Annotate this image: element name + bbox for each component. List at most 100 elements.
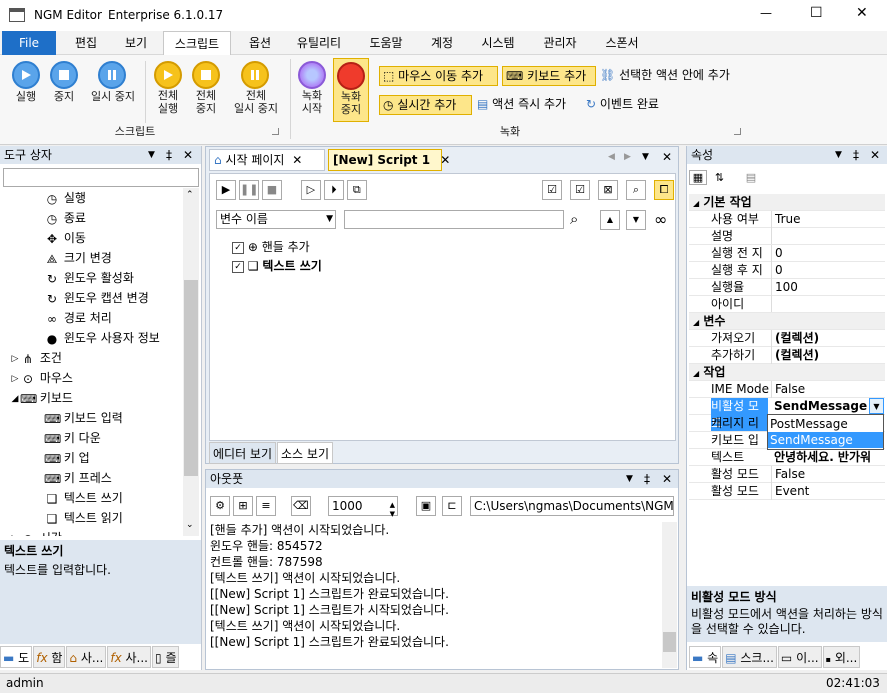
add-to-selected-button[interactable]: ⛓ 선택한 액션 안에 추가 bbox=[600, 66, 750, 86]
prop-value[interactable]: SendMessage bbox=[771, 398, 867, 415]
tab-dropdown-icon[interactable]: ▼ bbox=[642, 152, 649, 162]
move-up-icon[interactable]: ▲ bbox=[600, 210, 620, 230]
variable-search-input[interactable] bbox=[344, 210, 564, 229]
tree-item-run[interactable]: ◷ 실행 bbox=[0, 188, 182, 208]
add-keyboard-button[interactable]: ⌨ 키보드 추가 bbox=[502, 66, 596, 86]
menu-system[interactable]: 시스템 bbox=[474, 31, 522, 55]
record-stop-button[interactable]: 녹화 중지 bbox=[333, 58, 369, 122]
output-mode-icon[interactable]: ⚙ bbox=[210, 496, 230, 516]
chevron-down-icon[interactable]: ▼ bbox=[869, 398, 884, 414]
menu-sponsor[interactable]: 스폰서 bbox=[598, 31, 646, 55]
section-basic[interactable]: ◢ 기본 작업 bbox=[689, 194, 885, 211]
toolbox-dropdown-icon[interactable]: ▼ bbox=[148, 146, 155, 164]
tree-item-keypress[interactable]: ⌨ 키 프레스 bbox=[0, 468, 182, 488]
pause-script-icon[interactable]: ❚❚ bbox=[239, 180, 259, 200]
stop-script-icon[interactable]: ■ bbox=[262, 180, 282, 200]
tree-item-path[interactable]: ∞ 경로 처리 bbox=[0, 308, 182, 328]
script-group-launcher-icon[interactable] bbox=[272, 128, 279, 135]
run-button[interactable]: 실행 bbox=[10, 61, 42, 111]
tab-scroll-right-icon[interactable]: ▶ bbox=[624, 152, 631, 162]
collapse-icon[interactable]: ◢ bbox=[693, 199, 699, 208]
prop-row[interactable]: 활성 모드 False bbox=[689, 466, 885, 483]
file-menu-button[interactable]: File bbox=[2, 31, 56, 55]
inactive-mode-dropdown-list[interactable]: PostMessage SendMessage bbox=[767, 414, 884, 450]
prop-row[interactable]: 텍스트 안녕하세요. 반가워 bbox=[689, 449, 885, 466]
section-variable[interactable]: ◢ 변수 bbox=[689, 313, 885, 330]
categorized-icon[interactable]: ▦ bbox=[689, 170, 707, 185]
maximize-button[interactable]: ☐ bbox=[810, 5, 823, 21]
tab-close-icon[interactable]: ✕ bbox=[292, 153, 302, 167]
menu-help[interactable]: 도움말 bbox=[362, 31, 410, 55]
prop-row[interactable]: 실행 전 지 0 bbox=[689, 245, 885, 262]
tab-source-view[interactable]: 소스 보기 bbox=[277, 442, 333, 464]
add-mouse-move-button[interactable]: ⬚ 마우스 이동 추가 bbox=[379, 66, 498, 86]
properties-tab[interactable]: ▬ 속 bbox=[689, 646, 722, 668]
action-row[interactable]: ✓ ⊕ 핸들 추가 bbox=[232, 238, 532, 257]
tree-group-condition[interactable]: ▷ ⋔ 조건 bbox=[0, 348, 182, 368]
record-start-button[interactable]: 녹화 시작 bbox=[296, 61, 328, 125]
tree-item-end[interactable]: ◷ 종료 bbox=[0, 208, 182, 228]
scroll-down-icon[interactable]: ⌄ bbox=[186, 520, 194, 530]
action-checkbox[interactable]: ✓ bbox=[232, 260, 244, 273]
play-window-icon[interactable]: ⧉ bbox=[346, 180, 367, 200]
properties-dropdown-icon[interactable]: ▼ bbox=[835, 146, 842, 164]
menu-view[interactable]: 보기 bbox=[116, 31, 156, 55]
output-list-icon[interactable]: ≡ bbox=[256, 496, 276, 516]
output-scrollbar[interactable] bbox=[662, 522, 677, 668]
output-pin-icon[interactable]: ‡ bbox=[644, 470, 650, 488]
tree-item-activate[interactable]: ↻ 윈도우 활성화 bbox=[0, 268, 182, 288]
play-box-icon[interactable]: ⏵ bbox=[323, 180, 344, 200]
output-close-icon[interactable]: ✕ bbox=[662, 470, 672, 488]
prop-value[interactable]: False bbox=[771, 466, 805, 483]
tab-editor-view[interactable]: 에디터 보기 bbox=[209, 442, 277, 464]
folder-icon[interactable]: ⊏ bbox=[442, 496, 462, 516]
prop-row[interactable]: IME Mode False bbox=[689, 381, 885, 398]
section-work[interactable]: ◢ 작업 bbox=[689, 364, 885, 381]
toolbox-scrollbar[interactable]: ⌃ ⌄ bbox=[183, 188, 199, 536]
tree-item-resize[interactable]: ⟁ 크기 변경 bbox=[0, 248, 182, 268]
pause-all-button[interactable]: 전체 일시 중지 bbox=[228, 61, 284, 125]
menu-admin[interactable]: 관리자 bbox=[536, 31, 584, 55]
minimize-button[interactable]: — bbox=[760, 6, 772, 20]
user-function-tab[interactable]: fx 사... bbox=[107, 646, 151, 668]
expand-icon[interactable]: ▷ bbox=[10, 531, 20, 537]
expand-icon[interactable]: ▷ bbox=[10, 351, 20, 367]
event-done-button[interactable]: ↻ 이벤트 완료 bbox=[586, 95, 676, 115]
menu-account[interactable]: 계정 bbox=[424, 31, 460, 55]
prop-row[interactable]: 설명 bbox=[689, 228, 885, 245]
toolbox-tab[interactable]: ▬ 도 bbox=[0, 646, 33, 668]
menu-edit[interactable]: 편집 bbox=[66, 31, 106, 55]
collapse-icon[interactable]: ◢ bbox=[693, 369, 699, 378]
tree-item-userinfo[interactable]: ● 윈도우 사용자 정보 bbox=[0, 328, 182, 348]
tree-group-time[interactable]: ▷◷ 시간 bbox=[0, 528, 182, 536]
favorites-tab[interactable]: ▯ 즐 bbox=[152, 646, 180, 668]
loop-icon[interactable]: ∞ bbox=[654, 210, 667, 229]
prop-value[interactable]: (컬렉션) bbox=[771, 347, 819, 364]
pause-button[interactable]: 일시 중지 bbox=[86, 61, 140, 111]
tree-item-keydown[interactable]: ⌨ 키 다운 bbox=[0, 428, 182, 448]
action-checkbox[interactable]: ✓ bbox=[232, 241, 244, 254]
script-tab[interactable]: ▤ 스크... bbox=[722, 646, 777, 668]
toolbox-pin-icon[interactable]: ‡ bbox=[166, 146, 172, 164]
prop-row-selected[interactable]: 비활성 모드 SendMessage ▼ bbox=[689, 398, 885, 432]
tab-scroll-left-icon[interactable]: ◀ bbox=[608, 152, 615, 162]
save-icon[interactable]: ▣ bbox=[416, 496, 436, 516]
prop-row[interactable]: 실행 후 지 0 bbox=[689, 262, 885, 279]
prop-row[interactable]: 추가하기 (컬렉션) bbox=[689, 347, 885, 364]
prop-row[interactable]: 가져오기 (컬렉션) bbox=[689, 330, 885, 347]
user-tab[interactable]: ⌂ 사... bbox=[66, 646, 107, 668]
action-row[interactable]: ✓ ❑ 텍스트 쓰기 bbox=[232, 257, 532, 276]
collapse-icon[interactable]: ◢ bbox=[10, 391, 20, 407]
prop-value[interactable]: 안녕하세요. 반가워 bbox=[771, 449, 883, 466]
stop-all-button[interactable]: 전체 중지 bbox=[190, 61, 222, 125]
output-add-icon[interactable]: ⊞ bbox=[233, 496, 253, 516]
add-realtime-button[interactable]: ◷ 실시간 추가 bbox=[379, 95, 472, 115]
hierarchy-icon[interactable]: ⧠ bbox=[654, 180, 674, 200]
scroll-up-icon[interactable]: ⌃ bbox=[186, 190, 194, 200]
tree-item-move[interactable]: ✥ 이동 bbox=[0, 228, 182, 248]
prop-value[interactable] bbox=[771, 228, 775, 244]
menu-utility[interactable]: 유틸리티 bbox=[290, 31, 348, 55]
prop-value[interactable]: False bbox=[771, 381, 805, 398]
menu-options[interactable]: 옵션 bbox=[240, 31, 280, 55]
check-all-icon[interactable]: ☑ bbox=[542, 180, 562, 200]
